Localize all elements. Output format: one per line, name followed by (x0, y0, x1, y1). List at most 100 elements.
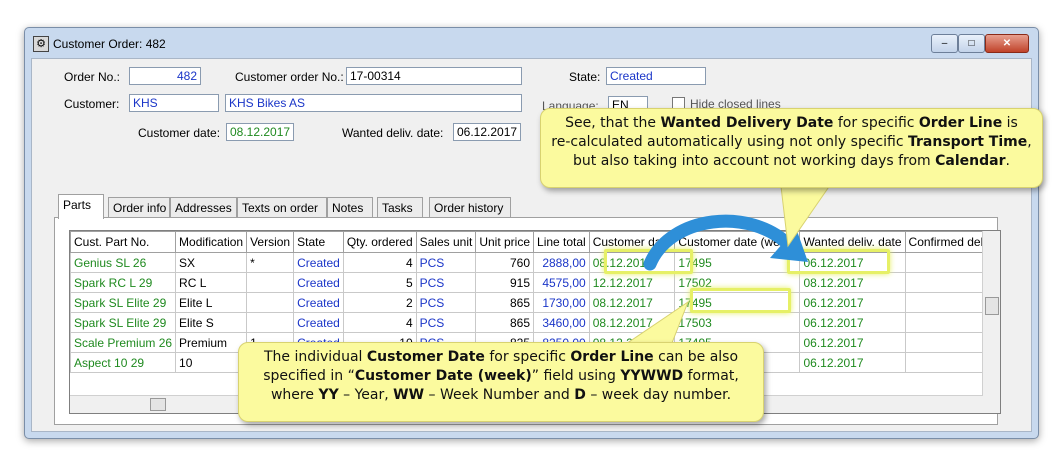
cell-cust-part-no[interactable]: Genius SL 26 (70, 252, 177, 273)
ct-l2c: , (1027, 134, 1032, 150)
callout-top-text: See, that the Wanted Delivery Date for s… (540, 108, 1043, 188)
customer-code-field[interactable]: KHS (129, 94, 219, 112)
cell-cust-part-no[interactable]: Spark RC L 29 (70, 272, 177, 293)
cell-state[interactable]: Created (293, 292, 344, 313)
cb-l1e: can be also (653, 349, 739, 365)
tab-parts[interactable]: Parts (58, 194, 104, 219)
table-row[interactable]: Spark RC L 29 RC L Created 5 PCS 915 4575,00 12… (70, 272, 1000, 293)
cell-cust-part-no[interactable]: Spark SL Elite 29 (70, 292, 177, 313)
customer-order-no-field[interactable]: 17-00314 (346, 67, 522, 85)
table-row[interactable]: Genius SL 26 SX * Created 4 PCS 760 2888,00 08.1… (70, 252, 1000, 273)
cell-modification[interactable]: Elite L (175, 292, 248, 313)
cell-version[interactable] (246, 312, 295, 333)
cb-l2a: specified in “ (263, 368, 355, 384)
cell-line-total[interactable]: 3460,00 (533, 312, 590, 333)
cell-qty-ordered[interactable]: 4 (342, 252, 417, 273)
cell-cust-part-no[interactable]: Aspect 10 29 (70, 352, 177, 373)
cell-qty-ordered[interactable]: 4 (342, 312, 417, 333)
vertical-scroll-thumb[interactable] (985, 297, 999, 315)
cell-qty-ordered[interactable]: 2 (342, 292, 417, 313)
cb-l3g: – week day number. (585, 387, 732, 403)
cell-state[interactable]: Created (293, 312, 344, 333)
cell-qty-ordered[interactable]: 5 (342, 272, 417, 293)
ct-l3c: . (1005, 153, 1010, 169)
cell-sales-unit[interactable]: PCS (415, 312, 477, 333)
col-header-qty-ordered[interactable]: Qty. ordered (342, 231, 417, 253)
app-icon: ⚙ (33, 36, 49, 52)
ct-l1a: See, that the (565, 115, 661, 131)
cell-line-total[interactable]: 2888,00 (533, 252, 590, 273)
cell-sales-unit[interactable]: PCS (415, 292, 477, 313)
cb-l3c: – Year, (338, 387, 394, 403)
cb-l2b: Customer Date (week) (354, 368, 532, 384)
cell-sales-unit[interactable]: PCS (415, 252, 477, 273)
cell-line-total[interactable]: 1730,00 (533, 292, 590, 313)
tab-texts-on-order[interactable]: Texts on order (237, 197, 327, 218)
customer-label: Customer: (64, 97, 120, 111)
cb-l1a: The individual (263, 349, 367, 365)
cell-state[interactable]: Created (293, 252, 344, 273)
tab-tasks[interactable]: Tasks (377, 197, 423, 218)
tab-order-info[interactable]: Order info (108, 197, 170, 218)
horizontal-scroll-thumb[interactable] (150, 398, 166, 411)
cell-unit-price[interactable]: 915 (475, 272, 535, 293)
cell-cust-part-no[interactable]: Spark SL Elite 29 (70, 312, 177, 333)
cell-modification[interactable]: Premium (175, 332, 248, 353)
cell-wanted-deliv-date[interactable]: 06.12.2017 (799, 352, 906, 373)
title-bar: ⚙ Customer Order: 482 – □ ✕ (25, 28, 1038, 58)
ct-l1c: for specific (833, 115, 919, 131)
col-header-sales-unit[interactable]: Sales unit (415, 231, 477, 253)
cell-sales-unit[interactable]: PCS (415, 272, 477, 293)
customer-name-field[interactable]: KHS Bikes AS (225, 94, 522, 112)
cell-wanted-deliv-date[interactable]: 06.12.2017 (799, 292, 906, 313)
cell-wanted-deliv-date[interactable]: 06.12.2017 (799, 332, 906, 353)
col-header-unit-price[interactable]: Unit price (475, 231, 535, 253)
col-header-version[interactable]: Version (246, 231, 295, 253)
order-no-field[interactable]: 482 (129, 67, 201, 85)
cell-wanted-deliv-date[interactable]: 06.12.2017 (799, 312, 906, 333)
cb-l3f: D (574, 387, 586, 403)
wanted-deliv-date-label: Wanted deliv. date: (342, 126, 444, 140)
cb-l3b: YY (318, 387, 339, 403)
close-button[interactable]: ✕ (985, 34, 1029, 53)
customer-order-no-label: Customer order No.: (235, 70, 344, 84)
cb-l1b: Customer Date (366, 349, 485, 365)
cb-l3d: WW (393, 387, 425, 403)
tab-order-history[interactable]: Order history (429, 197, 511, 218)
callout-top-line-3: but also taking into account not working… (541, 152, 1042, 171)
callout-bottom-text: The individual Customer Date for specifi… (238, 342, 764, 422)
wanted-deliv-date-field[interactable]: 06.12.2017 (453, 123, 521, 141)
minimize-button[interactable]: – (931, 34, 958, 53)
cell-version[interactable]: * (246, 252, 295, 273)
ct-l3a: but also taking into account not working… (573, 153, 936, 169)
state-field[interactable]: Created (606, 67, 706, 85)
grid-header-row: Cust. Part No. Modification Version Stat… (70, 231, 1000, 253)
cell-modification[interactable]: RC L (175, 272, 248, 293)
cell-line-total[interactable]: 4575,00 (533, 272, 590, 293)
ct-l1b: Wanted Delivery Date (660, 115, 834, 131)
col-header-state[interactable]: State (293, 231, 344, 253)
cell-cust-part-no[interactable]: Scale Premium 26 (70, 332, 177, 353)
cell-unit-price[interactable]: 760 (475, 252, 535, 273)
table-row[interactable]: Spark SL Elite 29 Elite L Created 2 PCS 865 17… (70, 292, 1000, 313)
cell-modification[interactable]: Elite S (175, 312, 248, 333)
cell-unit-price[interactable]: 865 (475, 292, 535, 313)
cb-l3e: – Week Number and (424, 387, 575, 403)
cell-modification[interactable]: SX (175, 252, 248, 273)
cell-version[interactable] (246, 272, 295, 293)
col-header-line-total[interactable]: Line total (533, 231, 590, 253)
tab-notes[interactable]: Notes (327, 197, 373, 218)
tab-addresses[interactable]: Addresses (170, 197, 237, 218)
cell-state[interactable]: Created (293, 272, 344, 293)
grid-vertical-scrollbar[interactable] (982, 231, 1000, 413)
maximize-button[interactable]: □ (958, 34, 985, 53)
callout-top-line-1: See, that the Wanted Delivery Date for s… (541, 114, 1042, 133)
customer-date-field[interactable]: 08.12.2017 (226, 123, 294, 141)
col-header-modification[interactable]: Modification (175, 231, 248, 253)
cell-unit-price[interactable]: 865 (475, 312, 535, 333)
cell-modification[interactable]: 10 (175, 352, 248, 373)
cell-version[interactable] (246, 292, 295, 313)
table-row[interactable]: Spark SL Elite 29 Elite S Created 4 PCS 865 34… (70, 312, 1000, 333)
callout-bottom-line-3: where YY – Year, WW – Week Number and D … (239, 386, 763, 405)
col-header-cust-part-no[interactable]: Cust. Part No. (70, 231, 177, 253)
